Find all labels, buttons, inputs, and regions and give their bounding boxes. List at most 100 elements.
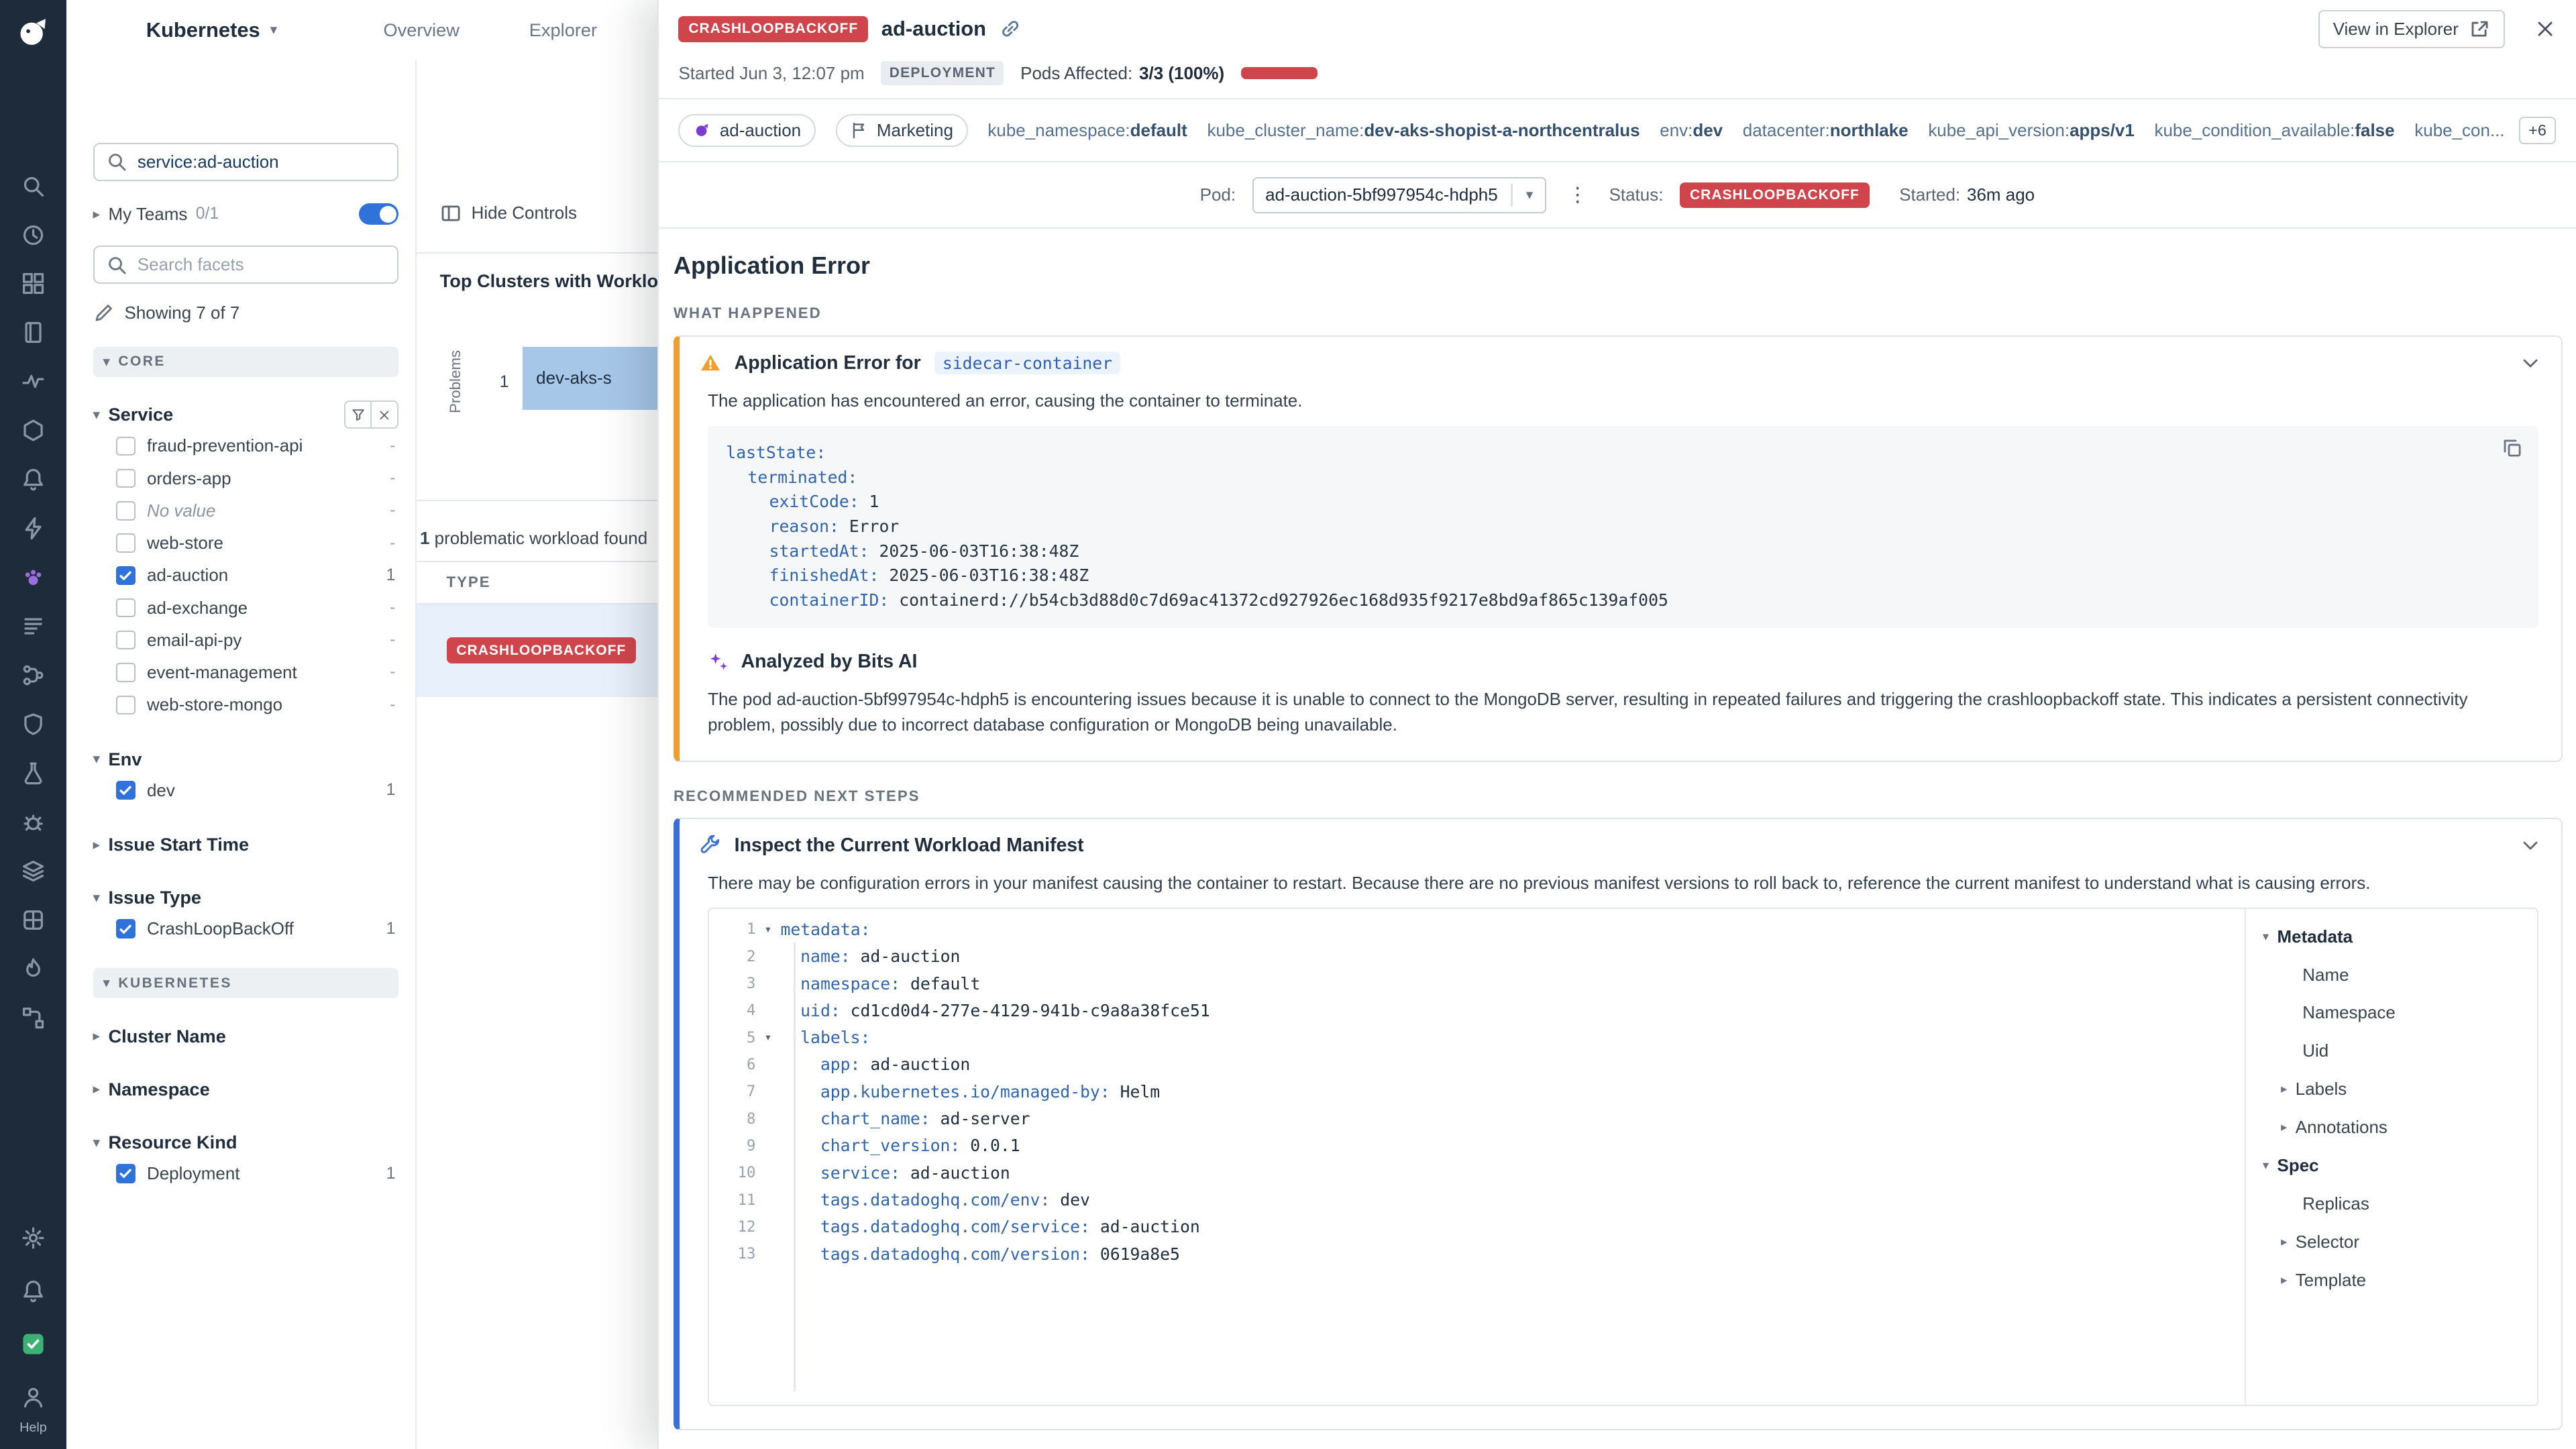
nav-monitors-icon[interactable]	[10, 456, 56, 502]
facet-group-header-cluster-name[interactable]: ▸Cluster Name	[93, 1022, 399, 1052]
nav-apps-icon[interactable]	[10, 1321, 56, 1367]
checkbox[interactable]	[116, 781, 135, 800]
tag-kube-condition-available[interactable]: kube_condition_available:false	[2155, 120, 2395, 141]
nav-search-icon[interactable]	[10, 162, 56, 209]
tag-env[interactable]: env:dev	[1660, 120, 1723, 141]
facet-group-header-namespace[interactable]: ▸Namespace	[93, 1075, 399, 1105]
nav-infrastructure-icon[interactable]	[10, 407, 56, 453]
datadog-logo[interactable]	[13, 13, 53, 53]
nav-dashboards-icon[interactable]	[10, 260, 56, 307]
nav-error-tracking-icon[interactable]	[10, 799, 56, 845]
search-input[interactable]	[138, 152, 386, 172]
facet-search-input[interactable]	[138, 254, 386, 275]
checkbox[interactable]	[116, 533, 135, 552]
search-query-box[interactable]	[93, 143, 399, 181]
facet-item-deployment[interactable]: Deployment1	[93, 1157, 399, 1189]
nav-logs-icon[interactable]	[10, 603, 56, 649]
my-teams-row[interactable]: ▸ My Teams 0/1	[93, 197, 399, 230]
nav-notifications-icon[interactable]	[10, 1268, 56, 1314]
outline-uid[interactable]: Uid	[2263, 1032, 2537, 1070]
facet-group-header-issue-type[interactable]: ▾Issue Type	[93, 883, 399, 913]
copy-icon[interactable]	[2502, 437, 2523, 459]
facet-item-crashloopbackoff[interactable]: CrashLoopBackOff1	[93, 913, 399, 945]
checkbox[interactable]	[116, 566, 135, 585]
tag-kube-namespace[interactable]: kube_namespace:default	[987, 120, 1187, 141]
facet-clear-button[interactable]	[370, 400, 398, 429]
collapse-chevron-icon[interactable]	[2520, 835, 2541, 856]
nav-help-icon[interactable]	[10, 1374, 56, 1420]
outline-template[interactable]: ▸Template	[2263, 1261, 2537, 1299]
facet-section-core[interactable]: ▾CORE	[93, 347, 399, 377]
facet-item-web-store-mongo[interactable]: web-store-mongo-	[93, 689, 399, 721]
facet-item-fraud-prevention-api[interactable]: fraud-prevention-api-	[93, 430, 399, 462]
nav-service-catalog-icon[interactable]	[10, 848, 56, 894]
tag-datacenter[interactable]: datacenter:northlake	[1743, 120, 1909, 141]
nav-ci-pipelines-icon[interactable]	[10, 652, 56, 698]
outline-spec[interactable]: ▾Spec	[2263, 1146, 2537, 1185]
facet-group-header-env[interactable]: ▾Env	[93, 744, 399, 774]
checkbox[interactable]	[116, 919, 135, 938]
facet-item-web-store[interactable]: web-store-	[93, 527, 399, 559]
close-icon[interactable]	[2534, 18, 2556, 40]
checkbox[interactable]	[116, 663, 135, 682]
checkbox[interactable]	[116, 501, 135, 520]
fold-toggle-icon[interactable]: ▾	[755, 922, 780, 936]
facet-filter-button[interactable]	[344, 400, 372, 429]
checkbox[interactable]	[116, 469, 135, 488]
facet-item-orders-app[interactable]: orders-app-	[93, 462, 399, 494]
checkbox[interactable]	[116, 1164, 135, 1183]
my-teams-toggle[interactable]	[359, 203, 398, 225]
nav-notebooks-icon[interactable]	[10, 309, 56, 356]
outline-labels[interactable]: ▸Labels	[2263, 1070, 2537, 1108]
facet-group-header-issue-start-time[interactable]: ▸Issue Start Time	[93, 830, 399, 860]
nav-bits-ai-icon[interactable]	[10, 554, 56, 600]
nav-watchdog-icon[interactable]	[10, 358, 56, 405]
tag-kube-con[interactable]: kube_con...	[2414, 120, 2504, 141]
pod-actions-menu[interactable]: ⋮	[1562, 183, 1593, 207]
outline-namespace[interactable]: Namespace	[2263, 994, 2537, 1032]
nav-synthetics-icon[interactable]	[10, 750, 56, 796]
tag-kube-api-version[interactable]: kube_api_version:apps/v1	[1928, 120, 2135, 141]
facet-item-dev[interactable]: dev1	[93, 774, 399, 806]
checkbox[interactable]	[116, 631, 135, 649]
permalink-icon[interactable]	[1000, 18, 1021, 40]
pod-select[interactable]: ad-auction-5bf997954c-hdph5 ▾	[1252, 177, 1546, 213]
nav-security-icon[interactable]	[10, 701, 56, 747]
nav-apm-icon[interactable]	[10, 505, 56, 551]
edit-facets-icon[interactable]	[93, 302, 115, 323]
tag-pill-marketing[interactable]: Marketing	[836, 114, 968, 147]
panel-scroll-area[interactable]: Application Error WHAT HAPPENED Applicat…	[659, 229, 2576, 1449]
facet-item-email-api-py[interactable]: email-api-py-	[93, 624, 399, 656]
tag-kube-cluster-name[interactable]: kube_cluster_name:dev-aks-shopist-a-nort…	[1207, 120, 1640, 141]
facet-search-box[interactable]	[93, 246, 399, 284]
outline-metadata[interactable]: ▾Metadata	[2263, 918, 2537, 956]
nav-history-icon[interactable]	[10, 211, 56, 258]
manifest-code-pane[interactable]: 1▾metadata:2name: ad-auction3namespace: …	[709, 909, 2245, 1404]
view-in-explorer-button[interactable]: View in Explorer	[2318, 10, 2505, 48]
collapse-chevron-icon[interactable]	[2520, 352, 2541, 374]
checkbox[interactable]	[116, 696, 135, 714]
fold-toggle-icon[interactable]: ▾	[755, 1030, 780, 1044]
checkbox[interactable]	[116, 598, 135, 617]
application-error-card-header[interactable]: Application Error for sidecar-container	[680, 337, 2561, 389]
outline-replicas[interactable]: Replicas	[2263, 1185, 2537, 1223]
facet-item-ad-auction[interactable]: ad-auction1	[93, 559, 399, 592]
outline-annotations[interactable]: ▸Annotations	[2263, 1108, 2537, 1146]
outline-name[interactable]: Name	[2263, 956, 2537, 994]
facet-item-event-management[interactable]: event-management-	[93, 656, 399, 688]
app-title-dropdown[interactable]: Kubernetes ▾	[146, 18, 277, 42]
tab-explorer[interactable]: Explorer	[529, 19, 597, 41]
tag-pill-ad-auction[interactable]: ad-auction	[678, 114, 815, 147]
tab-overview[interactable]: Overview	[384, 19, 460, 41]
facet-group-header-resource-kind[interactable]: ▾Resource Kind	[93, 1128, 399, 1158]
facet-item-no-value[interactable]: No value-	[93, 494, 399, 527]
checkbox[interactable]	[116, 437, 135, 455]
facet-item-ad-exchange[interactable]: ad-exchange-	[93, 592, 399, 624]
facet-section-kubernetes[interactable]: ▾KUBERNETES	[93, 968, 399, 998]
inspect-manifest-card-header[interactable]: Inspect the Current Workload Manifest	[680, 819, 2561, 871]
nav-workflows-icon[interactable]	[10, 995, 56, 1041]
outline-selector[interactable]: ▸Selector	[2263, 1223, 2537, 1261]
hide-controls-button[interactable]: Hide Controls	[440, 203, 577, 224]
nav-settings-icon[interactable]	[10, 1214, 56, 1260]
more-tags-chip[interactable]: +6	[2519, 117, 2557, 144]
